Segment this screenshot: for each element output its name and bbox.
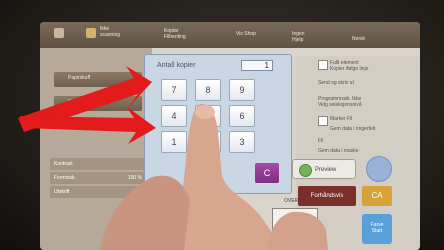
- red-arrow-icon: [18, 66, 156, 144]
